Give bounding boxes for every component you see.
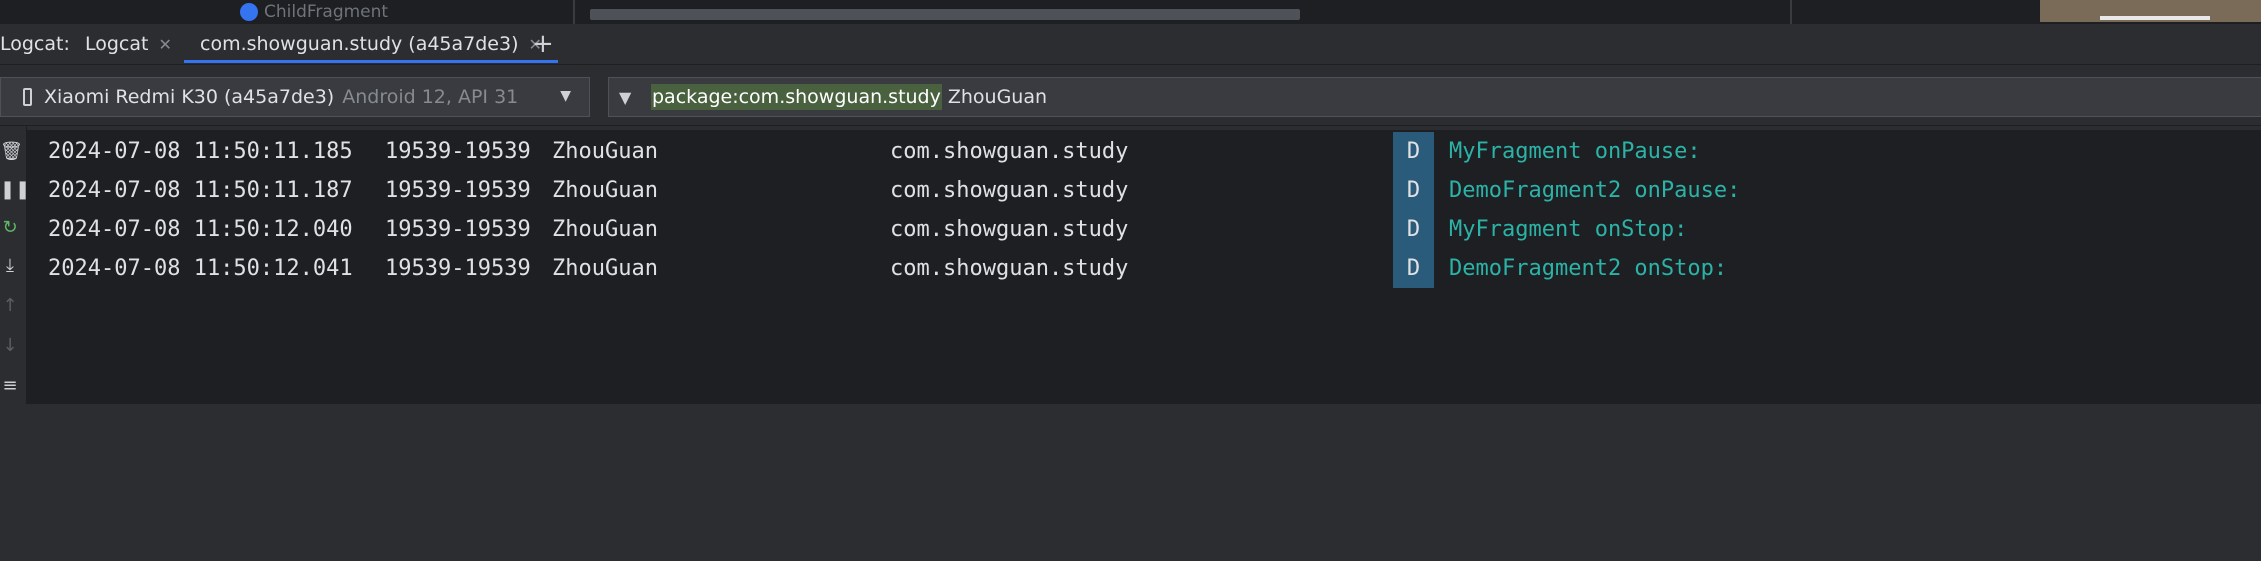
logcat-actions-sidebar: 🗑 ❚❚ ↻ ⤓ ↑ ↓ ≡ [0,126,30,404]
log-package: com.showguan.study [890,178,1129,203]
log-tag: ZhouGuan [552,178,658,203]
log-tag: ZhouGuan [552,139,658,164]
soft-wrap-icon[interactable]: ≡ [0,376,20,396]
log-row[interactable]: 2024-07-08 11:50:12.040 19539-19539 Zhou… [27,210,2261,249]
log-level-badge: D [1393,210,1434,249]
class-icon [240,3,258,21]
log-output[interactable]: 2024-07-08 11:50:11.185 19539-19539 Zhou… [27,130,2261,404]
tab-package-session[interactable]: com.showguan.study (a45a7de3) ✕ [184,24,558,64]
log-tag: ZhouGuan [552,256,658,281]
log-pid: 19539-19539 [385,217,531,242]
tool-window-tabbar: Logcat: Logcat ✕ com.showguan.study (a45… [0,24,2261,65]
log-timestamp: 2024-07-08 11:50:12.040 [48,217,353,242]
log-timestamp: 2024-07-08 11:50:11.187 [48,178,353,203]
device-name: Xiaomi Redmi K30 (a45a7de3) [44,86,335,108]
scroll-to-end-icon[interactable]: ⤓ [0,256,20,276]
down-arrow-icon[interactable]: ↓ [0,336,20,356]
filter-package-token: package:com.showguan.study [651,84,942,110]
log-pid: 19539-19539 [385,139,531,164]
close-icon[interactable]: ✕ [158,35,171,54]
tool-window-title: Logcat: [0,33,70,55]
device-details: Android 12, API 31 [342,86,519,108]
log-message: MyFragment onPause: [1449,139,1701,164]
scrollbar[interactable] [590,9,1300,20]
tab-logcat[interactable]: Logcat ✕ [85,24,172,64]
log-pid: 19539-19539 [385,178,531,203]
divider [573,0,575,24]
editor-remnant-strip: ChildFragment [0,0,2261,24]
breadcrumb[interactable]: ChildFragment [240,0,388,24]
logcat-toolbar: Xiaomi Redmi K30 (a45a7de3) Android 12, … [0,65,2261,126]
log-timestamp: 2024-07-08 11:50:12.041 [48,256,353,281]
log-level-badge: D [1393,171,1434,210]
log-timestamp: 2024-07-08 11:50:11.185 [48,139,353,164]
tab-label: Logcat [85,33,149,55]
log-message: MyFragment onStop: [1449,217,1688,242]
log-level-badge: D [1393,132,1434,171]
log-tag: ZhouGuan [552,217,658,242]
chevron-down-icon: ▼ [560,88,571,104]
log-package: com.showguan.study [890,217,1129,242]
restart-icon[interactable]: ↻ [0,218,20,238]
log-level-badge: D [1393,249,1434,288]
divider [1790,0,1792,24]
up-arrow-icon[interactable]: ↑ [0,296,20,316]
log-row[interactable]: 2024-07-08 11:50:11.185 19539-19539 Zhou… [27,132,2261,171]
tab-label: com.showguan.study (a45a7de3) [200,33,519,55]
trash-icon[interactable]: 🗑 [0,142,23,162]
filter-query-text: ZhouGuan [947,86,1048,108]
device-selector[interactable]: Xiaomi Redmi K30 (a45a7de3) Android 12, … [0,77,590,117]
log-package: com.showguan.study [890,256,1129,281]
log-package: com.showguan.study [890,139,1129,164]
log-pid: 19539-19539 [385,256,531,281]
log-row[interactable]: 2024-07-08 11:50:12.041 19539-19539 Zhou… [27,249,2261,288]
pause-icon[interactable]: ❚❚ [0,180,30,200]
add-tab-button[interactable]: + [532,24,554,64]
filter-icon[interactable]: ▼ [619,88,645,107]
filter-input[interactable]: ▼ package:com.showguan.study ZhouGuan [608,77,2261,117]
log-row[interactable]: 2024-07-08 11:50:11.187 19539-19539 Zhou… [27,171,2261,210]
thumbnail-image [2040,0,2261,22]
phone-icon [23,88,32,106]
log-message: DemoFragment2 onStop: [1449,256,1728,281]
breadcrumb-label: ChildFragment [264,2,389,22]
log-message: DemoFragment2 onPause: [1449,178,1741,203]
